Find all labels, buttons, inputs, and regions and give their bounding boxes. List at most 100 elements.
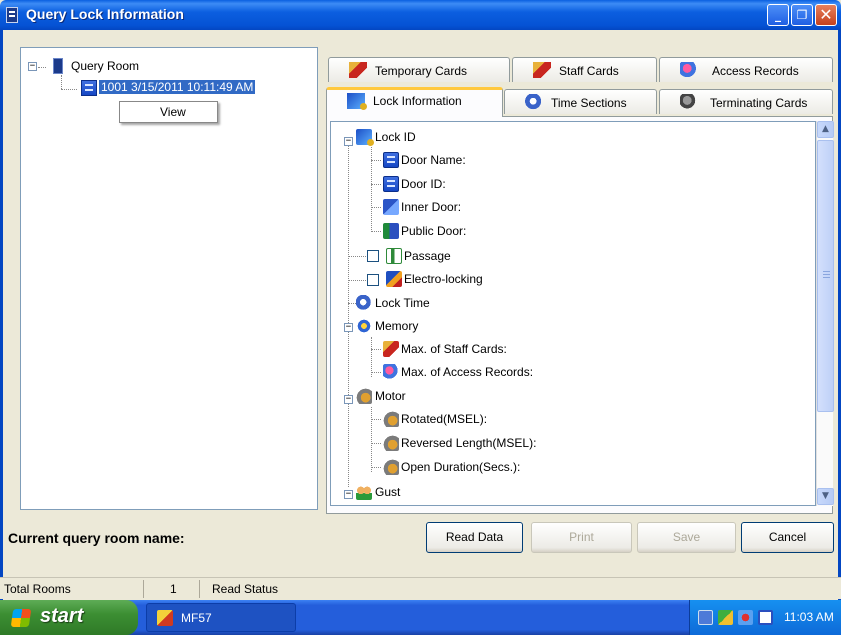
- windows-logo-icon: [10, 609, 32, 627]
- total-rooms-label: Total Rooms: [4, 580, 144, 598]
- tree-connector: [348, 142, 349, 487]
- network-icon[interactable]: [698, 610, 713, 625]
- clock[interactable]: 11:03 AM: [784, 610, 834, 624]
- lock-id-node[interactable]: Lock ID: [375, 130, 416, 144]
- tree-connector: [348, 256, 366, 257]
- cancel-button[interactable]: Cancel: [741, 522, 834, 553]
- window-title: Query Lock Information: [26, 6, 184, 22]
- taskbar: start MF57 11:03 AM: [0, 600, 841, 635]
- staff-key-icon: [383, 341, 399, 357]
- vertical-scrollbar[interactable]: ▲ ▼: [816, 121, 834, 506]
- title-bar[interactable]: Query Lock Information _ ❐ ✕: [0, 0, 841, 30]
- maximize-button[interactable]: ❐: [791, 4, 813, 26]
- security-icon[interactable]: [718, 610, 733, 625]
- collapse-icon[interactable]: −: [344, 323, 353, 332]
- reversed-length-field[interactable]: Reversed Length(MSEL):: [401, 436, 536, 450]
- electro-locking-node[interactable]: Electro-locking: [404, 272, 483, 286]
- tab-time-sections[interactable]: Time Sections: [504, 89, 657, 114]
- scroll-grip: [823, 277, 830, 278]
- open-duration-field[interactable]: Open Duration(Secs.):: [401, 460, 520, 474]
- collapse-icon[interactable]: −: [344, 395, 353, 404]
- lock-time-node[interactable]: Lock Time: [375, 296, 430, 310]
- inner-door-field[interactable]: Inner Door:: [401, 200, 461, 214]
- passage-node[interactable]: Passage: [404, 249, 451, 263]
- scroll-thumb[interactable]: [817, 140, 834, 412]
- start-button[interactable]: start: [0, 600, 138, 635]
- display-icon[interactable]: [758, 610, 773, 625]
- collapse-icon[interactable]: −: [28, 62, 37, 71]
- tree-connector: [371, 184, 381, 185]
- tree-connector: [371, 207, 381, 208]
- scroll-up-button[interactable]: ▲: [817, 121, 834, 138]
- rotated-field[interactable]: Rotated(MSEL):: [401, 412, 487, 426]
- status-bar: Total Rooms 1 Read Status: [0, 577, 841, 599]
- max-access-records-field[interactable]: Max. of Access Records:: [401, 365, 533, 379]
- tab-terminating-cards[interactable]: Terminating Cards: [659, 89, 833, 114]
- read-data-button[interactable]: Read Data: [426, 522, 523, 553]
- motor-node[interactable]: Motor: [375, 389, 406, 403]
- passage-icon: [386, 248, 402, 264]
- door-name-field[interactable]: Door Name:: [401, 153, 466, 167]
- memory-icon: [356, 318, 372, 334]
- tree-connector: [371, 372, 381, 373]
- max-staff-cards-field[interactable]: Max. of Staff Cards:: [401, 342, 507, 356]
- print-button[interactable]: Print: [531, 522, 632, 553]
- collapse-icon[interactable]: −: [344, 490, 353, 499]
- tree-connector: [371, 443, 381, 444]
- tab-staff-cards[interactable]: Staff Cards: [512, 57, 657, 82]
- context-menu-view[interactable]: View: [160, 105, 186, 119]
- scroll-grip: [823, 274, 830, 275]
- tree-connector: [371, 160, 381, 161]
- room-record-node[interactable]: 1001 3/15/2011 10:11:49 AM: [97, 79, 257, 95]
- lock-id-icon: [356, 129, 374, 146]
- save-button[interactable]: Save: [637, 522, 736, 553]
- guest-icon: [356, 484, 372, 500]
- query-room-node[interactable]: Query Room: [71, 59, 139, 73]
- taskbar-item-mf57[interactable]: MF57: [146, 603, 296, 632]
- current-room-name-label: Current query room name:: [8, 530, 185, 546]
- terminating-key-icon: [680, 94, 698, 110]
- public-door-field[interactable]: Public Door:: [401, 224, 466, 238]
- door-icon: [383, 152, 399, 168]
- motor-icon: [383, 459, 399, 475]
- inner-door-icon: [383, 199, 399, 215]
- tab-access-records[interactable]: Access Records: [659, 57, 833, 82]
- lock-info-tree[interactable]: − Lock ID Door Name: Door ID: Inner Door…: [330, 121, 816, 506]
- access-records-icon: [383, 364, 399, 380]
- tree-connector: [61, 89, 77, 90]
- tree-connector: [61, 75, 62, 89]
- app-icon: [157, 610, 173, 626]
- tree-connector: [371, 419, 381, 420]
- tree-connector: [371, 467, 381, 468]
- tree-connector: [371, 349, 381, 350]
- motor-icon: [383, 411, 399, 427]
- context-menu[interactable]: View: [119, 101, 218, 123]
- door-id-field[interactable]: Door ID:: [401, 177, 446, 191]
- memory-node[interactable]: Memory: [375, 319, 418, 333]
- clock-icon: [356, 295, 372, 311]
- public-door-icon: [383, 223, 399, 239]
- system-tray: 11:03 AM: [689, 600, 841, 635]
- passage-checkbox[interactable]: [367, 250, 379, 262]
- minimize-button[interactable]: _: [767, 4, 789, 26]
- tree-connector: [371, 407, 372, 472]
- electro-locking-icon: [386, 271, 402, 287]
- scroll-down-button[interactable]: ▼: [817, 488, 834, 505]
- tab-temporary-cards[interactable]: Temporary Cards: [328, 57, 510, 82]
- shield-icon[interactable]: [738, 610, 753, 625]
- access-records-icon: [680, 62, 698, 78]
- motor-icon: [356, 388, 372, 404]
- clock-icon: [525, 94, 543, 110]
- tab-lock-information[interactable]: Lock Information: [326, 87, 503, 117]
- gust-node[interactable]: Gust: [375, 485, 400, 499]
- app-icon: [6, 7, 18, 23]
- collapse-icon[interactable]: −: [344, 137, 353, 146]
- tree-connector: [348, 280, 366, 281]
- door-icon: [81, 80, 97, 96]
- electro-locking-checkbox[interactable]: [367, 274, 379, 286]
- room-record-label[interactable]: 1001 3/15/2011 10:11:49 AM: [97, 79, 257, 95]
- total-rooms-value: 1: [170, 580, 200, 598]
- close-button[interactable]: ✕: [815, 4, 837, 26]
- lock-info-icon: [347, 93, 367, 110]
- room-icon: [53, 58, 63, 74]
